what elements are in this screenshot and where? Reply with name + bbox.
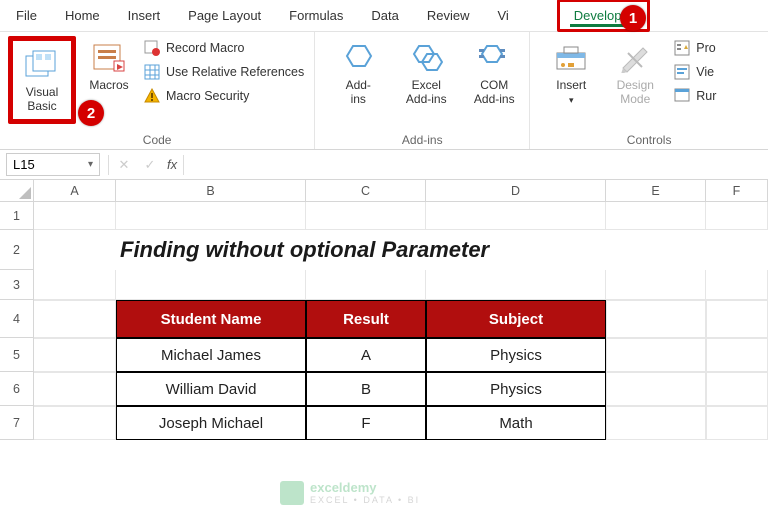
table-header-result: Result [306, 300, 426, 338]
view-code-button[interactable]: Vie [672, 62, 718, 82]
tab-file[interactable]: File [2, 2, 51, 29]
row-header-2[interactable]: 2 [0, 230, 34, 270]
callout-marker-1: 1 [620, 5, 646, 31]
chevron-down-icon: ▾ [88, 159, 93, 170]
col-header-c[interactable]: C [306, 180, 426, 201]
table-header-name: Student Name [116, 300, 306, 338]
record-macro-button[interactable]: Record Macro [142, 38, 306, 58]
table-cell[interactable]: Michael James [116, 338, 306, 372]
visual-basic-highlight: Visual Basic [8, 36, 76, 124]
record-macro-icon [144, 40, 160, 56]
addins-label: Add- ins [346, 78, 371, 106]
sheet-title: Finding without optional Parameter [116, 230, 606, 270]
toolbox-icon [553, 40, 589, 76]
use-relative-label: Use Relative References [166, 65, 304, 79]
row-header-3[interactable]: 3 [0, 270, 34, 300]
row-header-7[interactable]: 7 [0, 406, 34, 440]
excel-addins-label: Excel Add-ins [406, 78, 447, 106]
tab-view-truncated[interactable]: Vi [483, 2, 522, 29]
visual-basic-icon [24, 47, 60, 83]
enter-formula-icon[interactable]: ✓ [137, 157, 163, 173]
view-code-icon [674, 64, 690, 80]
group-addins-label: Add-ins [323, 131, 521, 147]
name-box[interactable]: L15 ▾ [6, 153, 100, 176]
run-dialog-icon [674, 88, 690, 104]
group-code: Visual Basic Macros Record Macro Use Rel… [0, 32, 315, 149]
com-addins-label: COM Add-ins [474, 78, 515, 106]
macro-security-label: Macro Security [166, 89, 249, 103]
properties-icon [674, 40, 690, 56]
table-cell[interactable]: Joseph Michael [116, 406, 306, 440]
name-box-value: L15 [13, 157, 35, 172]
col-header-e[interactable]: E [606, 180, 706, 201]
macros-icon [91, 40, 127, 76]
tab-home[interactable]: Home [51, 2, 114, 29]
tab-insert[interactable]: Insert [114, 2, 175, 29]
table-cell[interactable]: A [306, 338, 426, 372]
com-addins-icon [476, 40, 512, 76]
col-header-b[interactable]: B [116, 180, 306, 201]
macros-label: Macros [89, 78, 128, 92]
view-code-label: Vie [696, 65, 714, 79]
tab-formulas[interactable]: Formulas [275, 2, 357, 29]
insert-controls-button[interactable]: Insert▾ [544, 36, 598, 111]
tab-data[interactable]: Data [357, 2, 412, 29]
fx-button[interactable]: fx [163, 157, 181, 172]
group-code-label: Code [8, 131, 306, 147]
col-header-d[interactable]: D [426, 180, 606, 201]
row-header-5[interactable]: 5 [0, 338, 34, 372]
design-mode-label: Design Mode [617, 78, 654, 106]
callout-marker-2: 2 [78, 100, 104, 126]
row-header-6[interactable]: 6 [0, 372, 34, 406]
com-addins-button[interactable]: COM Add-ins [467, 36, 521, 110]
visual-basic-label: Visual Basic [26, 85, 58, 113]
ribbon: Visual Basic Macros Record Macro Use Rel… [0, 32, 768, 150]
watermark: exceldemy EXCEL • DATA • BI [280, 480, 420, 505]
warning-icon [144, 88, 160, 104]
grid-icon [144, 64, 160, 80]
visual-basic-button[interactable]: Visual Basic [15, 43, 69, 117]
watermark-logo-icon [280, 481, 304, 505]
macros-button[interactable]: Macros [82, 36, 136, 96]
table-cell[interactable]: William David [116, 372, 306, 406]
cancel-formula-icon[interactable]: ✕ [111, 157, 137, 173]
table-header-subject: Subject [426, 300, 606, 338]
main-tabs: File Home Insert Page Layout Formulas Da… [0, 0, 768, 32]
watermark-tag: EXCEL • DATA • BI [310, 495, 420, 505]
group-controls-label: Controls [538, 131, 760, 147]
select-all-triangle[interactable] [0, 180, 34, 201]
hex-icon [340, 40, 376, 76]
tab-review[interactable]: Review [413, 2, 484, 29]
run-dialog-button[interactable]: Rur [672, 86, 718, 106]
run-dialog-label: Rur [696, 89, 716, 103]
properties-button[interactable]: Pro [672, 38, 718, 58]
table-cell[interactable]: Physics [426, 338, 606, 372]
excel-addins-button[interactable]: Excel Add-ins [399, 36, 453, 110]
tab-page-layout[interactable]: Page Layout [174, 2, 275, 29]
table-cell[interactable]: B [306, 372, 426, 406]
col-header-f[interactable]: F [706, 180, 768, 201]
design-mode-button[interactable]: Design Mode [608, 36, 662, 110]
excel-addins-icon [408, 40, 444, 76]
row-header-1[interactable]: 1 [0, 202, 34, 230]
insert-controls-label: Insert▾ [556, 78, 586, 107]
formula-input[interactable] [186, 153, 768, 176]
formula-bar: L15 ▾ ✕ ✓ fx [0, 150, 768, 180]
table-cell[interactable]: Math [426, 406, 606, 440]
record-macro-label: Record Macro [166, 41, 245, 55]
use-relative-refs-button[interactable]: Use Relative References [142, 62, 306, 82]
addins-button[interactable]: Add- ins [331, 36, 385, 110]
properties-label: Pro [696, 41, 715, 55]
watermark-brand: exceldemy [310, 480, 420, 495]
row-header-4[interactable]: 4 [0, 300, 34, 338]
macro-security-button[interactable]: Macro Security [142, 86, 306, 106]
design-mode-icon [617, 40, 653, 76]
worksheet-grid[interactable]: A B C D E F 1 2 Finding without optional… [0, 180, 768, 440]
table-cell[interactable]: Physics [426, 372, 606, 406]
column-headers: A B C D E F [0, 180, 768, 202]
group-controls: Insert▾ Design Mode Pro Vie Rur [530, 32, 768, 149]
table-cell[interactable]: F [306, 406, 426, 440]
group-addins: Add- ins Excel Add-ins COM Add-ins Add-i… [315, 32, 530, 149]
col-header-a[interactable]: A [34, 180, 116, 201]
